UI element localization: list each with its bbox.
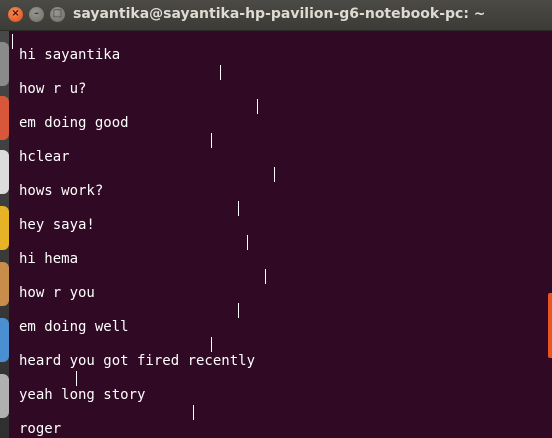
launcher-item-software-center[interactable] (0, 262, 9, 306)
launcher-item-files[interactable] (0, 42, 9, 86)
launcher-item-presentation[interactable] (0, 206, 9, 250)
terminal-line: hows work? (19, 183, 104, 199)
cursor-artifact (238, 201, 239, 216)
terminal-line: hey saya! (19, 217, 95, 233)
terminal-line: how r you (19, 285, 95, 301)
terminal-output[interactable]: hi sayantika how r u? em doing good hcle… (9, 31, 552, 438)
text-cursor (12, 34, 13, 49)
cursor-artifact (238, 303, 239, 318)
cursor-artifact (220, 65, 221, 80)
cursor-artifact (247, 235, 248, 250)
launcher-item-documents[interactable] (0, 150, 9, 194)
terminal-line: roger (19, 421, 62, 437)
cursor-artifact (274, 167, 275, 182)
cursor-artifact (257, 99, 258, 114)
terminal-line: yeah long story (19, 387, 146, 403)
cursor-artifact (76, 371, 77, 386)
cursor-artifact (211, 133, 212, 148)
cursor-artifact (265, 269, 266, 284)
launcher-item-help[interactable] (0, 318, 9, 362)
maximize-window-button[interactable]: □ (50, 7, 65, 22)
terminal-line: em doing well (19, 319, 129, 335)
launcher-item-browser[interactable] (0, 96, 9, 140)
cursor-artifact (211, 337, 212, 352)
cursor-artifact (193, 405, 194, 420)
launcher-item-settings[interactable] (0, 374, 9, 418)
terminal-line: em doing good (19, 115, 129, 131)
unity-launcher (0, 0, 9, 438)
terminal-line: hclear (19, 149, 70, 165)
minimize-window-button[interactable]: – (29, 7, 44, 22)
terminal-line: how r u? (19, 81, 87, 97)
terminal-line: hi hema (19, 251, 79, 267)
close-window-button[interactable]: × (8, 7, 23, 22)
window-titlebar[interactable]: × – □ sayantika@sayantika-hp-pavilion-g6… (0, 0, 552, 31)
window-title: sayantika@sayantika-hp-pavilion-g6-noteb… (73, 6, 486, 22)
terminal-scrollbar[interactable] (548, 293, 552, 358)
terminal-line: hi sayantika (19, 47, 121, 63)
terminal-line: heard you got fired recently (19, 353, 256, 369)
